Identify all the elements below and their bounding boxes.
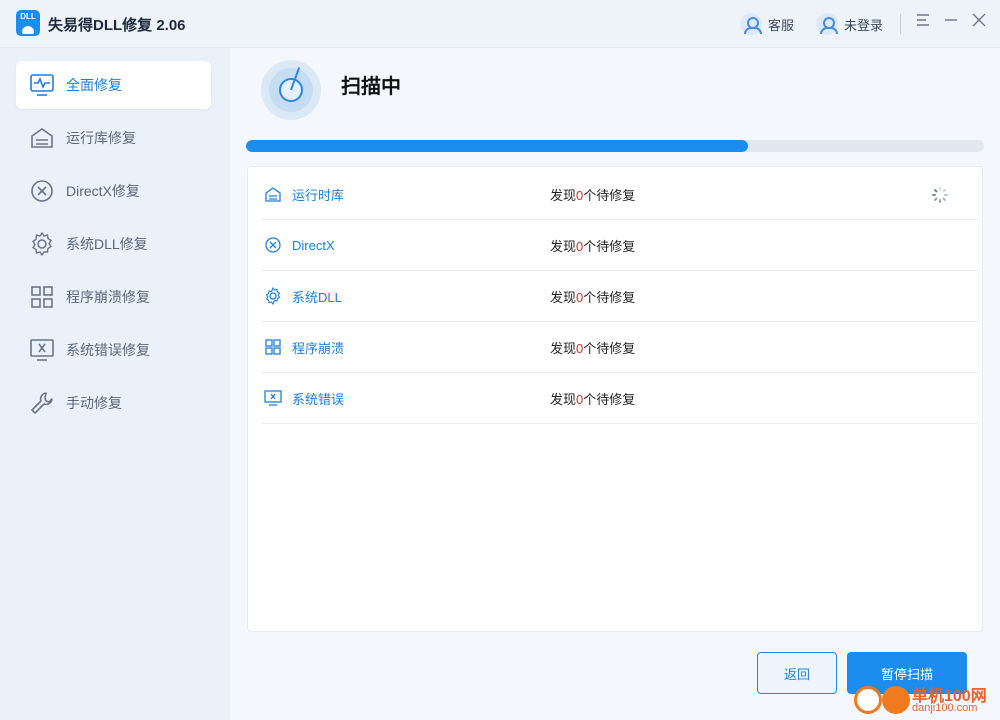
menu-button[interactable] [912,12,934,34]
result-label: 系统DLL [292,289,342,305]
scan-title: 扫描中 [341,76,401,98]
sidebar-item-directx[interactable]: DirectX修复 [16,167,211,215]
spinner-dot [942,197,947,202]
loading-spinner-icon [932,187,948,203]
customer-service-label: 客服 [768,17,795,33]
list-item: 程序崩溃 发现0个待修复 [262,322,978,373]
orange-circle-icon [882,686,910,714]
scan-progress-bar [246,140,984,152]
monitor-x-icon [264,389,282,407]
result-status: 发现0个待修复 [550,391,636,407]
result-status: 发现0个待修复 [550,238,636,254]
list-item: 运行时库 发现0个待修复 [262,169,978,220]
sidebar-item-runtime[interactable]: 运行库修复 [16,114,211,162]
sidebar-item-label: 系统DLL修复 [66,236,148,252]
sidebar-item-manual[interactable]: 手动修复 [16,379,211,427]
sidebar-item-label: 手动修复 [66,395,122,411]
spinner-dot [932,194,936,196]
main-panel: 扫描中 运行时库 发现0个待修复 DirectX 发现0个待修复 系统DLL 发… [231,48,1000,720]
spinner-dot [942,188,947,193]
spinner-dot [933,188,938,193]
sidebar-item-label: 程序崩溃修复 [66,289,150,305]
user-icon [816,13,838,35]
sidebar-item-crash[interactable]: 程序崩溃修复 [16,273,211,321]
watermark-logo: 单机100网 danji100.com [850,680,1000,720]
app-title: 失易得DLL修复 2.06 [48,17,186,34]
result-status: 发现0个待修复 [550,340,636,356]
close-icon [972,13,986,27]
circle-x-icon [28,177,56,205]
gear-icon [28,230,56,258]
headset-icon [740,13,762,35]
app-logo-text: DLL [20,12,36,21]
spinner-dot [933,197,938,202]
results-list: 运行时库 发现0个待修复 DirectX 发现0个待修复 系统DLL 发现0个待… [247,166,983,632]
spinner-dot [939,187,941,191]
sidebar-item-label: 运行库修复 [66,130,136,146]
radar-icon [261,60,321,120]
watermark-url: danji100.com [912,702,978,714]
sidebar-item-full-repair[interactable]: 全面修复 [16,61,211,109]
result-label: 程序崩溃 [292,340,345,356]
monitor-x-icon [28,336,56,364]
library-icon [28,124,56,152]
sidebar-item-label: 全面修复 [66,77,122,93]
list-item: DirectX 发现0个待修复 [262,220,978,271]
grid-icon [264,338,282,356]
library-icon [264,185,282,203]
back-button[interactable]: 返回 [757,652,837,694]
result-status: 发现0个待修复 [550,187,636,203]
title-divider [900,14,901,34]
grid-icon [28,283,56,311]
circle-x-icon [264,236,282,254]
sidebar-item-system-error[interactable]: 系统错误修复 [16,326,211,374]
plus-circle-icon [854,686,882,714]
sidebar-item-label: 系统错误修复 [66,342,150,358]
login-label: 未登录 [844,17,884,33]
title-bar: DLL 失易得DLL修复 2.06 客服 未登录 [0,0,1000,48]
list-item: 系统DLL 发现0个待修复 [262,271,978,322]
result-label: 系统错误 [292,391,345,407]
login-button[interactable]: 未登录 [816,12,883,36]
sidebar-item-system-dll[interactable]: 系统DLL修复 [16,220,211,268]
spinner-dot [939,199,941,203]
scan-progress-fill [246,140,748,152]
customer-service-button[interactable]: 客服 [740,12,794,36]
list-item: 系统错误 发现0个待修复 [262,373,978,424]
monitor-pulse-icon [28,71,56,99]
gear-icon [264,286,282,306]
spinner-dot [944,194,948,196]
minimize-button[interactable] [940,12,962,34]
result-label: 运行时库 [292,187,345,203]
minimize-icon [945,19,957,21]
menu-icon [917,14,929,26]
app-logo-icon: DLL [16,10,40,36]
close-button[interactable] [968,12,990,34]
result-label: DirectX [292,237,335,253]
wrench-icon [28,389,56,417]
sidebar-item-label: DirectX修复 [66,183,140,199]
sidebar: 全面修复 运行库修复 DirectX修复 系统DLL修复 程序崩溃修复 系统错误… [0,48,230,720]
result-status: 发现0个待修复 [550,289,636,305]
